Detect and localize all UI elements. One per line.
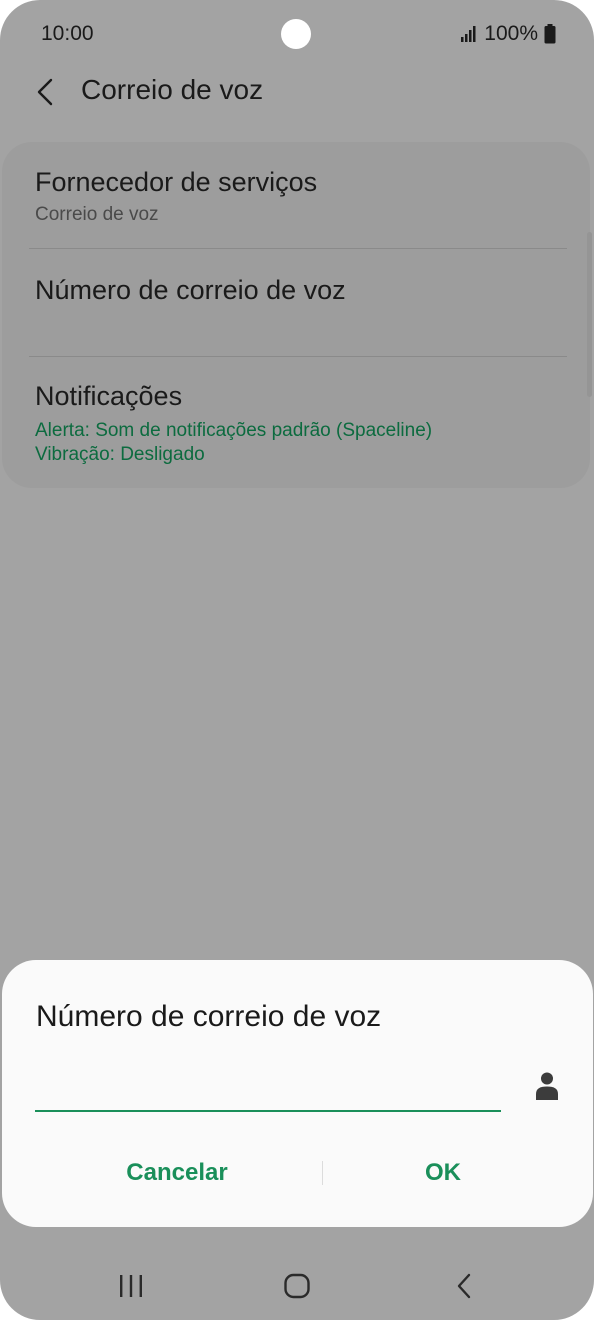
action-divider (322, 1161, 323, 1185)
person-icon (536, 1072, 558, 1100)
contacts-button[interactable] (532, 1068, 562, 1104)
back-icon (457, 1273, 471, 1299)
setting-service-provider[interactable]: Fornecedor de serviços Correio de voz (2, 142, 590, 248)
back-button[interactable] (30, 74, 60, 110)
recents-icon (120, 1275, 142, 1297)
status-time: 10:00 (41, 22, 94, 45)
voicemail-number-input[interactable] (35, 1070, 501, 1112)
setting-title: Número de correio de voz (35, 275, 346, 305)
scrollbar[interactable] (587, 232, 592, 397)
home-icon (284, 1273, 310, 1299)
voicemail-number-dialog: Número de correio de voz Cancelar OK (2, 960, 593, 1227)
recents-button[interactable] (111, 1266, 151, 1306)
status-bar: 10:00 100% (0, 0, 594, 70)
front-camera (281, 19, 311, 49)
nav-back-button[interactable] (444, 1266, 484, 1306)
setting-subtitle-vibration: Vibração: Desligado (35, 444, 205, 465)
setting-subtitle: Correio de voz (35, 204, 159, 225)
chevron-left-icon (37, 78, 53, 106)
battery-icon (544, 24, 556, 44)
app-bar: Correio de voz (0, 62, 594, 122)
home-button[interactable] (277, 1266, 317, 1306)
setting-voicemail-number[interactable]: Número de correio de voz (2, 249, 590, 356)
dialog-title: Número de correio de voz (36, 1000, 382, 1033)
status-indicators: 100% (460, 22, 556, 46)
setting-title: Notificações (35, 381, 183, 411)
setting-subtitle-alert: Alerta: Som de notificações padrão (Spac… (35, 420, 433, 441)
dialog-actions: Cancelar OK (2, 1148, 593, 1198)
signal-icon (461, 26, 476, 42)
phone-screen: 10:00 100% Correio de voz Fornecedor de … (0, 0, 594, 1320)
navigation-bar (0, 1250, 594, 1320)
ok-button[interactable]: OK (348, 1148, 538, 1198)
cancel-button[interactable]: Cancelar (82, 1148, 272, 1198)
setting-title: Fornecedor de serviços (35, 167, 318, 197)
page-title: Correio de voz (81, 74, 264, 105)
settings-list: Fornecedor de serviços Correio de voz Nú… (2, 142, 590, 488)
battery-percent: 100% (484, 22, 538, 45)
setting-notifications[interactable]: Notificações Alerta: Som de notificações… (2, 357, 590, 488)
